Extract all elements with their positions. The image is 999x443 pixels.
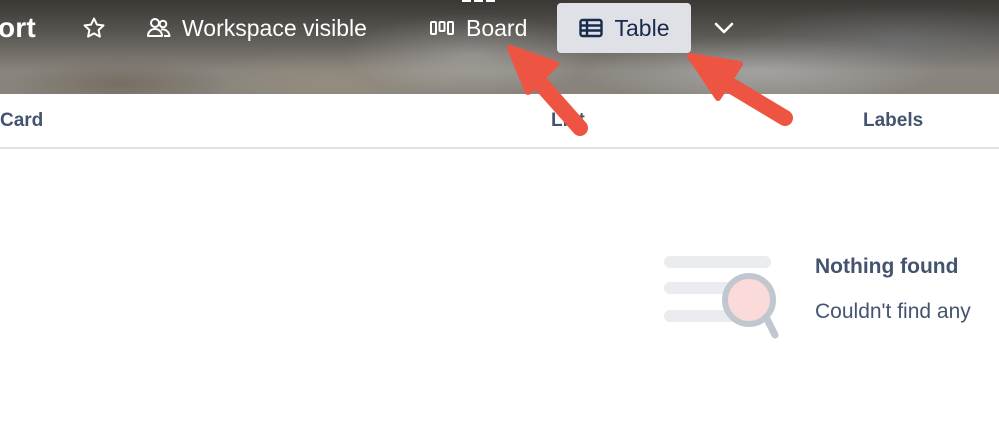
visibility-label: Workspace visible [182, 14, 367, 41]
visibility-button[interactable]: Workspace visible [146, 10, 367, 46]
empty-state-description: Couldn't find any [815, 300, 971, 323]
board-icon [430, 21, 454, 35]
column-header-labels[interactable]: Labels [863, 110, 923, 132]
star-icon [83, 17, 105, 38]
dots-decoration [462, 0, 496, 2]
view-tab-table[interactable]: Table [557, 3, 691, 53]
more-views-button[interactable] [710, 14, 738, 42]
star-button[interactable] [80, 14, 108, 42]
view-tab-label: Board [466, 14, 528, 41]
empty-state-title: Nothing found [815, 255, 959, 278]
column-header-card[interactable]: Card [0, 110, 43, 132]
view-tab-board[interactable]: Board [430, 0, 528, 46]
chevron-down-icon [714, 22, 734, 34]
page: ort Workspace visible Board Table Card L… [0, 0, 999, 443]
table-icon [578, 18, 603, 38]
board-title[interactable]: ort [0, 10, 36, 46]
column-header-list[interactable]: List [551, 110, 585, 132]
view-tab-label: Table [614, 14, 670, 41]
board-header: ort Workspace visible Board Table [0, 0, 999, 94]
search-list-illustration [664, 256, 779, 339]
table-header: Card List Labels [0, 94, 999, 149]
people-icon [147, 18, 171, 37]
